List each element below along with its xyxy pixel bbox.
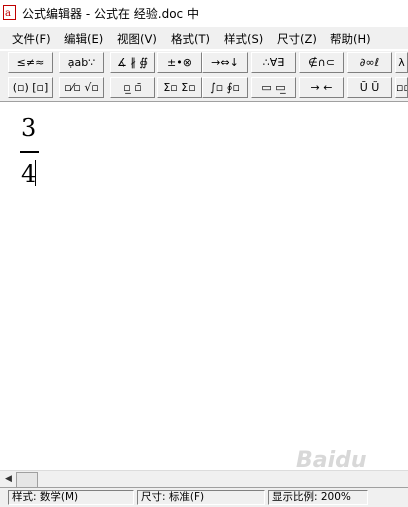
equation-canvas[interactable] [0,102,408,470]
equation-editor-app-icon[interactable]: a [3,5,16,20]
set-theory-symbols-palette[interactable]: ∉∩⊂ [299,52,344,73]
horizontal-scrollbar[interactable]: ◀ [0,470,408,488]
menu-view[interactable]: 视图(V) [117,31,157,47]
embellishments-palette[interactable]: ∡ ∦ ∯ [110,52,155,73]
menu-edit[interactable]: 编辑(E) [64,31,103,47]
status-size: 尺寸: 标准(F) [137,490,265,505]
fraction-bar [20,151,39,153]
logical-symbols-palette[interactable]: ∴∀∃ [251,52,296,73]
menu-style[interactable]: 样式(S) [224,31,263,47]
window-title: 公式编辑器 - 公式在 经验.doc 中 [22,7,199,21]
spaces-ellipses-palette[interactable]: ạab∵ [59,52,104,73]
template-toolbar: (▫) [▫] ▫⁄▫ √▫ ▫̲ ▫̄ Σ▫ Σ▫ ∫▫ ∮▫ ▭ ▭̲ → … [0,76,408,102]
symbol-toolbar: ≤≠≈ ạab∵ ∡ ∦ ∯ ±•⊗ →⇔↓ ∴∀∃ ∉∩⊂ ∂∞ℓ λ [0,50,408,76]
underbar-overbar-templates-palette[interactable]: ▭ ▭̲ [251,77,296,98]
products-set-templates-palette[interactable]: Ū Ũ [347,77,392,98]
menu-format[interactable]: 格式(T) [171,31,210,47]
status-style: 样式: 数学(M) [8,490,134,505]
menu-bar: 文件(F) 编辑(E) 视图(V) 格式(T) 样式(S) 尺寸(Z) 帮助(H… [0,27,408,49]
title-bar: a 公式编辑器 - 公式在 经验.doc 中 [0,0,408,26]
scroll-left-arrow-icon[interactable]: ◀ [1,472,16,487]
greek-lowercase-palette[interactable]: λ [395,52,408,73]
menu-help[interactable]: 帮助(H) [330,31,371,47]
summation-templates-palette[interactable]: Σ▫ Σ▫ [157,77,202,98]
fraction-denominator[interactable]: 4 [21,160,36,188]
menu-size[interactable]: 尺寸(Z) [277,31,317,47]
matrix-templates-palette[interactable]: ▫▫▫ [395,77,408,98]
integral-templates-palette[interactable]: ∫▫ ∮▫ [202,77,248,98]
fence-templates-palette[interactable]: (▫) [▫] [8,77,53,98]
arrow-symbols-palette[interactable]: →⇔↓ [202,52,248,73]
misc-symbols-palette[interactable]: ∂∞ℓ [347,52,392,73]
status-zoom: 显示比例: 200% [268,490,368,505]
svg-text:a: a [5,8,11,19]
relational-symbols-palette[interactable]: ≤≠≈ [8,52,53,73]
status-bar: 样式: 数学(M) 尺寸: 标准(F) 显示比例: 200% [0,487,408,507]
fraction-numerator[interactable]: 3 [21,114,36,142]
menu-file[interactable]: 文件(F) [12,31,51,47]
operator-symbols-palette[interactable]: ±•⊗ [157,52,202,73]
scrollbar-thumb[interactable] [16,472,38,488]
subscript-superscript-templates-palette[interactable]: ▫̲ ▫̄ [110,77,155,98]
fraction-radical-templates-palette[interactable]: ▫⁄▫ √▫ [59,77,104,98]
labeled-arrow-templates-palette[interactable]: → ← [299,77,344,98]
text-cursor [35,160,36,186]
